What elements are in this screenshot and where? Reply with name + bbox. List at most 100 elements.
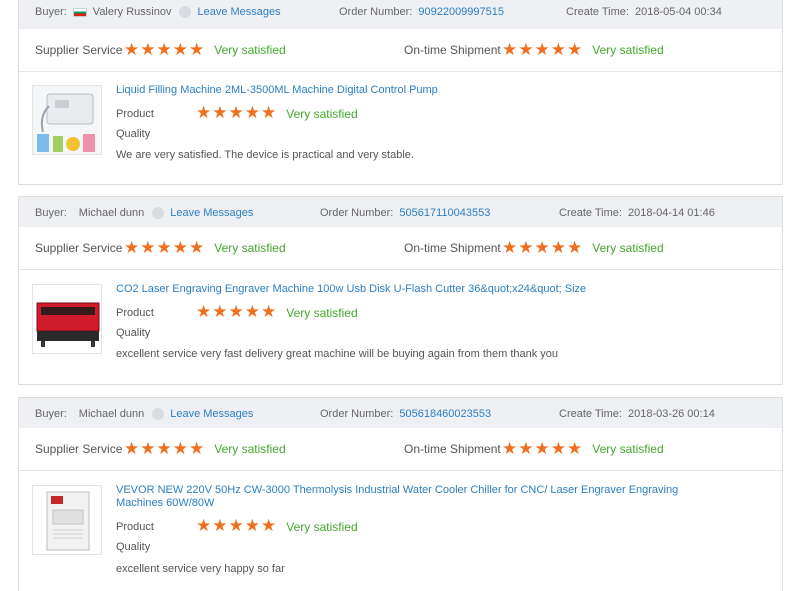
star-icon: ★ [518, 438, 534, 459]
star-icon: ★ [140, 237, 156, 258]
star-icon: ★ [124, 237, 140, 258]
supplier-service-rating: Supplier Service ★ ★ ★ ★ ★ Very satisfied [35, 438, 286, 459]
order-info: Order Number: 505618460023553 [320, 408, 491, 420]
quality-row: Quality [116, 327, 196, 339]
supplier-service-verdict: Very satisfied [214, 43, 286, 57]
supplier-service-stars: ★ ★ ★ ★ ★ [124, 237, 205, 258]
quality-row: Quality [116, 541, 196, 553]
product-label: Product [116, 306, 154, 319]
star-icon: ★ [212, 302, 228, 322]
order-number-link[interactable]: 505618460023553 [399, 408, 491, 420]
star-icon: ★ [189, 438, 205, 459]
star-icon: ★ [172, 237, 188, 258]
create-time-label: Create Time: [566, 6, 629, 18]
star-icon: ★ [261, 103, 277, 123]
star-icon: ★ [502, 39, 518, 60]
ontime-shipment-verdict: Very satisfied [592, 241, 664, 255]
ontime-shipment-stars: ★ ★ ★ ★ ★ [502, 237, 583, 258]
ontime-shipment-stars: ★ ★ ★ ★ ★ [502, 438, 583, 459]
star-icon: ★ [156, 438, 172, 459]
ontime-shipment-stars: ★ ★ ★ ★ ★ [502, 39, 583, 60]
product-rating: Product ★ ★ ★ ★ ★ Very satisfied [116, 518, 358, 535]
leave-messages-link[interactable]: Leave Messages [170, 207, 253, 219]
star-icon: ★ [567, 438, 583, 459]
quality-label: Quality [116, 541, 151, 553]
buyer-label: Buyer: [35, 207, 67, 219]
supplier-service-verdict: Very satisfied [214, 241, 286, 255]
buyer-label: Buyer: [35, 408, 67, 420]
star-icon: ★ [567, 39, 583, 60]
product-rating: Product ★ ★ ★ ★ ★ Very satisfied [116, 105, 358, 122]
star-icon: ★ [189, 39, 205, 60]
product-stars: ★ ★ ★ ★ ★ [196, 105, 276, 122]
star-icon: ★ [189, 237, 205, 258]
review-header: Buyer: Michael dunn Leave Messages Order… [19, 197, 782, 227]
star-icon: ★ [228, 302, 244, 322]
product-label: Product [116, 520, 154, 533]
buyer-name: Valery Russinov [92, 6, 172, 18]
star-icon: ★ [261, 516, 277, 536]
leave-messages-link[interactable]: Leave Messages [170, 408, 253, 420]
ontime-shipment-verdict: Very satisfied [592, 43, 664, 57]
seller-ratings-row: Supplier Service ★ ★ ★ ★ ★ Very satisfied On… [19, 428, 782, 471]
product-title-link[interactable]: CO2 Laser Engraving Engraver Machine 100… [116, 283, 586, 296]
star-icon: ★ [140, 438, 156, 459]
buyer-info: Buyer: Valery Russinov Leave Messages [35, 6, 281, 18]
star-icon: ★ [196, 103, 212, 123]
bulgaria-flag-icon [72, 7, 87, 17]
order-number-label: Order Number: [339, 6, 413, 18]
order-number-label: Order Number: [320, 408, 394, 420]
water-chiller-thumbnail[interactable] [32, 485, 102, 555]
star-icon: ★ [196, 302, 212, 322]
liquid-filling-machine-thumbnail[interactable] [32, 85, 102, 155]
supplier-service-label: Supplier Service [35, 241, 123, 255]
buyer-info: Buyer: Michael dunn Leave Messages [35, 408, 253, 420]
review-header: Buyer: Valery Russinov Leave Messages Or… [19, 0, 782, 29]
product-verdict: Very satisfied [286, 305, 358, 320]
star-icon: ★ [550, 438, 566, 459]
seller-ratings-row: Supplier Service ★ ★ ★ ★ ★ Very satisfied On… [19, 29, 782, 72]
chat-icon[interactable] [152, 207, 165, 219]
quality-label: Quality [116, 128, 151, 140]
product-rating: Product ★ ★ ★ ★ ★ Very satisfied [116, 304, 358, 321]
quality-row: Quality [116, 128, 196, 140]
supplier-service-label: Supplier Service [35, 43, 123, 57]
order-number-link[interactable]: 90922009997515 [418, 6, 504, 18]
buyer-info: Buyer: Michael dunn Leave Messages [35, 207, 253, 219]
star-icon: ★ [244, 302, 260, 322]
review-comment: excellent service very happy so far [116, 563, 285, 575]
star-icon: ★ [172, 438, 188, 459]
order-number-link[interactable]: 505617110043553 [399, 207, 490, 219]
ontime-shipment-label: On-time Shipment [404, 43, 501, 57]
review-comment: excellent service very fast delivery gre… [116, 348, 559, 360]
review-comment: We are very satisfied. The device is pra… [116, 149, 414, 161]
create-time-value: 2018-05-04 00:34 [634, 6, 722, 18]
product-stars: ★ ★ ★ ★ ★ [196, 304, 276, 321]
chat-icon[interactable] [152, 408, 165, 420]
laser-engraver-thumbnail[interactable] [32, 284, 102, 354]
star-icon: ★ [196, 516, 212, 536]
supplier-service-verdict: Very satisfied [214, 442, 286, 456]
star-icon: ★ [228, 516, 244, 536]
leave-messages-link[interactable]: Leave Messages [197, 6, 280, 18]
star-icon: ★ [534, 237, 550, 258]
buyer-name: Michael dunn [78, 408, 145, 420]
product-verdict: Very satisfied [286, 106, 358, 121]
product-title-link[interactable]: VEVOR NEW 220V 50Hz CW-3000 Thermolysis … [116, 484, 726, 510]
star-icon: ★ [534, 39, 550, 60]
ontime-shipment-rating: On-time Shipment ★ ★ ★ ★ ★ Very satisfied [404, 39, 664, 60]
star-icon: ★ [502, 438, 518, 459]
star-icon: ★ [156, 39, 172, 60]
order-info: Order Number: 505617110043553 [320, 207, 490, 219]
star-icon: ★ [567, 237, 583, 258]
star-icon: ★ [172, 39, 188, 60]
supplier-service-label: Supplier Service [35, 442, 123, 456]
star-icon: ★ [518, 237, 534, 258]
star-icon: ★ [502, 237, 518, 258]
create-time-label: Create Time: [559, 207, 622, 219]
product-title-link[interactable]: Liquid Filling Machine 2ML-3500ML Machin… [116, 84, 438, 97]
create-time-info: Create Time: 2018-04-14 01:46 [559, 207, 715, 219]
order-info: Order Number: 90922009997515 [339, 6, 504, 18]
chat-icon[interactable] [179, 6, 192, 18]
supplier-service-stars: ★ ★ ★ ★ ★ [124, 438, 205, 459]
